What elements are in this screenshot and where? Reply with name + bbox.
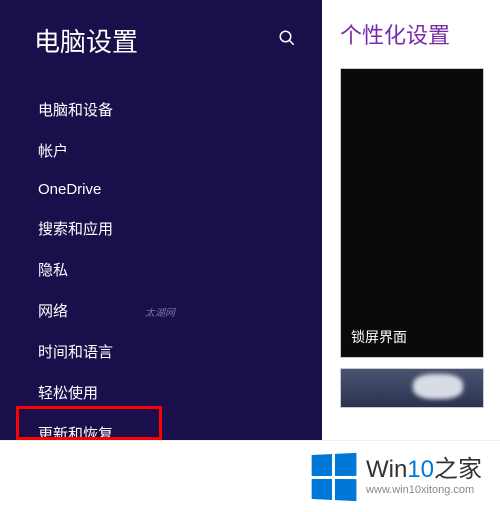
sidebar-title: 电脑设置 [34,22,138,59]
nav-item-onedrive[interactable]: OneDrive [0,171,322,208]
nav-item-privacy[interactable]: 隐私 [0,249,322,290]
search-icon[interactable] [278,29,296,52]
brand-text: Win10之家 www.win10xitong.com [366,458,482,496]
nav-list: 电脑和设备 帐户 OneDrive 搜索和应用 隐私 网络 时间和语言 轻松使用… [0,77,322,454]
right-panel: 个性化设置 锁屏界面 [322,0,500,440]
nav-label: 搜索和应用 [38,221,113,238]
nav-item-ease-of-access[interactable]: 轻松使用 [0,372,322,413]
sidebar-header: 电脑设置 [0,22,322,77]
lockscreen-label: 锁屏界面 [351,327,407,347]
footer-watermark: Win10之家 www.win10xitong.com [0,440,500,512]
lockscreen-tile[interactable]: 锁屏界面 [340,68,484,358]
nav-label: 时间和语言 [38,344,113,361]
settings-container: 电脑设置 电脑和设备 帐户 OneDrive 搜索和应用 隐私 网络 时间和语言… [0,0,500,440]
nav-label: OneDrive [38,181,101,198]
nav-item-search-apps[interactable]: 搜索和应用 [0,208,322,249]
watermark-text: 太湖网 [145,304,175,319]
cloud-decoration [413,374,463,399]
brand-suffix: 之家 [434,456,482,483]
brand-url: www.win10xitong.com [366,484,474,496]
nav-item-accounts[interactable]: 帐户 [0,130,322,171]
nav-label: 隐私 [38,262,68,279]
nav-label: 电脑和设备 [38,102,113,119]
brand-prefix: Win [366,456,407,483]
background-tile[interactable] [340,368,484,408]
nav-item-time-language[interactable]: 时间和语言 [0,331,322,372]
nav-label: 网络 [38,303,68,320]
sidebar: 电脑设置 电脑和设备 帐户 OneDrive 搜索和应用 隐私 网络 时间和语言… [0,0,322,440]
nav-label: 轻松使用 [38,385,98,402]
nav-item-pc-devices[interactable]: 电脑和设备 [0,89,322,130]
brand-main: Win10之家 [366,458,482,482]
windows-logo-icon [312,452,357,500]
nav-label: 帐户 [38,143,68,160]
personalization-title: 个性化设置 [340,18,500,50]
brand-num: 10 [407,456,434,483]
